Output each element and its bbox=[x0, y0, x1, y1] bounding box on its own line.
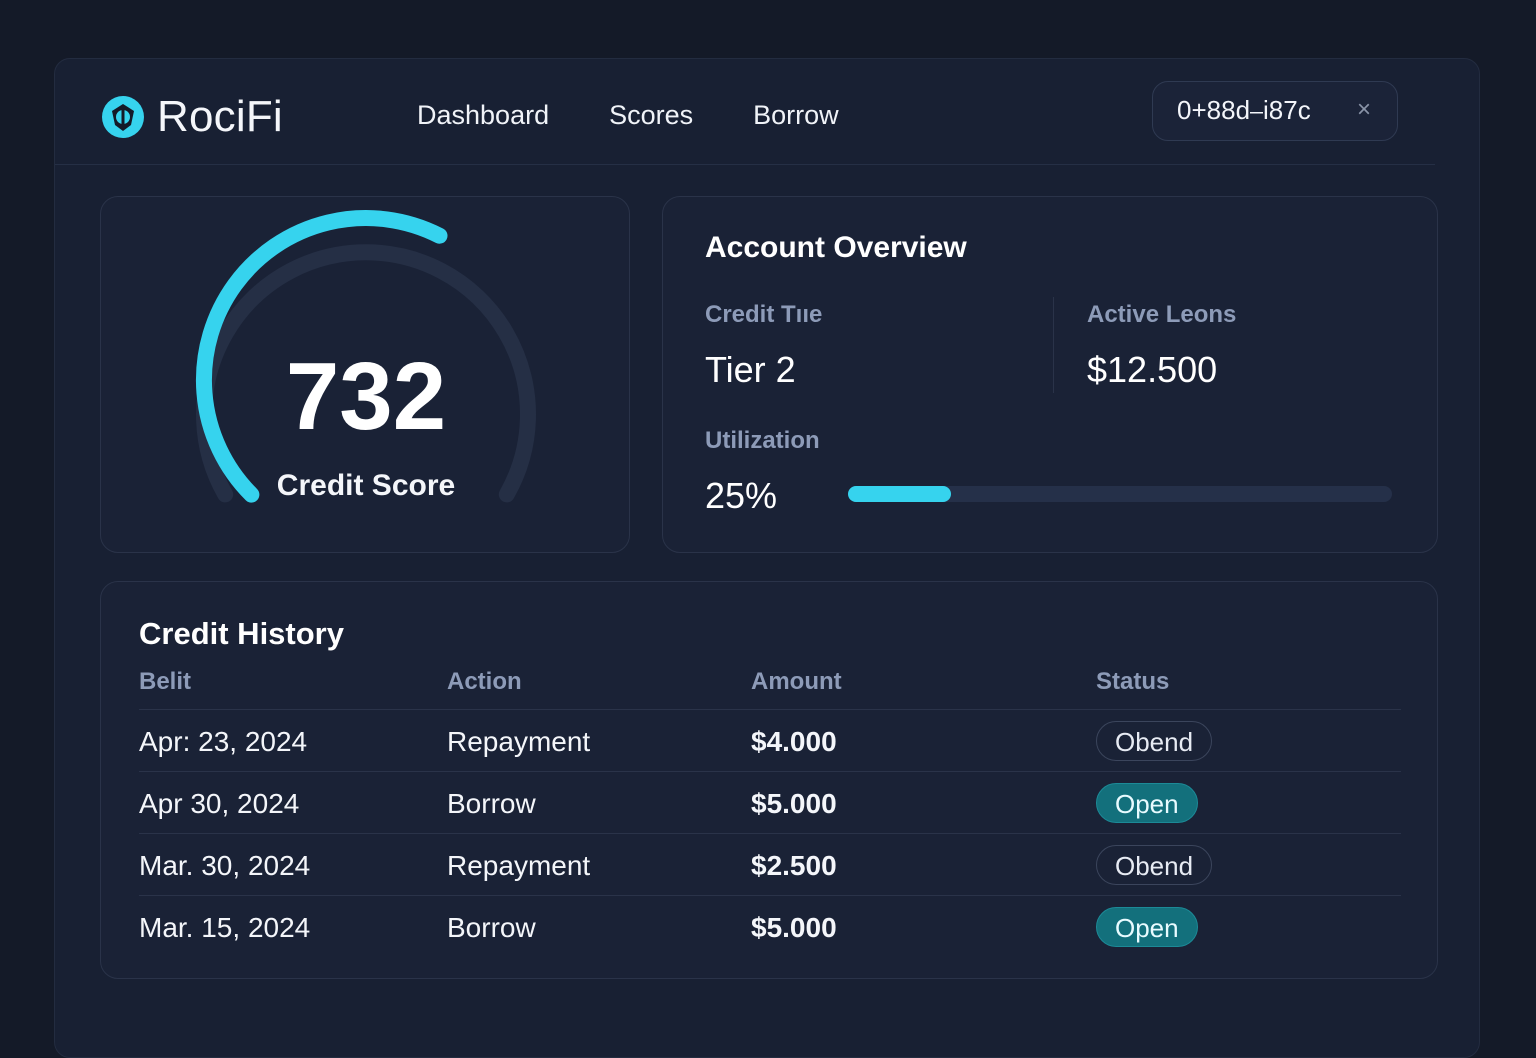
credit-score-value: 732 bbox=[285, 343, 447, 450]
row-date: Apr 30, 2024 bbox=[139, 788, 300, 819]
overview-title: Account Overview bbox=[705, 231, 967, 264]
row-amount: $5.000 bbox=[751, 788, 837, 819]
utilization-label: Utilization bbox=[705, 427, 820, 454]
brand-name: RociFi bbox=[157, 92, 283, 141]
row-amount: $2.500 bbox=[751, 850, 837, 881]
brand[interactable]: RociFi bbox=[101, 89, 283, 145]
table-row[interactable]: Mar. 30, 2024 Repayment $2.500 Obend bbox=[139, 833, 1401, 896]
status-badge: Obend bbox=[1096, 721, 1213, 761]
nav-scores[interactable]: Scores bbox=[609, 95, 693, 135]
row-date: Mar. 15, 2024 bbox=[139, 912, 311, 943]
account-overview-card: Account Overview Credit Tııe Tier 2 Acti… bbox=[662, 196, 1438, 553]
table-row[interactable]: Apr: 23, 2024 Repayment $4.000 Obend bbox=[139, 709, 1401, 772]
row-action: Borrow bbox=[447, 788, 536, 819]
column-header-action: Action bbox=[447, 668, 522, 695]
utilization-value: 25% bbox=[705, 475, 778, 516]
main-nav: Dashboard Scores Borrow bbox=[417, 95, 899, 135]
row-date: Mar. 30, 2024 bbox=[139, 850, 311, 881]
utilization-bar bbox=[848, 486, 1392, 502]
row-action: Borrow bbox=[447, 912, 536, 943]
active-loans-value: $12.500 bbox=[1087, 349, 1218, 390]
status-badge: Obend bbox=[1096, 845, 1213, 885]
row-date: Apr: 23, 2024 bbox=[139, 726, 308, 757]
rocifi-logo-icon bbox=[102, 96, 144, 138]
wallet-address: 0+88d⎯i87c bbox=[1177, 95, 1311, 125]
table-row[interactable]: Apr 30, 2024 Borrow $5.000 Open bbox=[139, 771, 1401, 834]
credit-score-label: Credit Score bbox=[276, 469, 456, 502]
status-badge: Open bbox=[1096, 783, 1198, 823]
row-amount: $4.000 bbox=[751, 726, 837, 757]
top-bar: RociFi Dashboard Scores Borrow 0+88d⎯i87… bbox=[55, 59, 1435, 165]
overview-divider bbox=[1053, 297, 1054, 393]
wallet-button[interactable]: 0+88d⎯i87c × bbox=[1152, 81, 1398, 141]
row-action: Repayment bbox=[447, 726, 591, 757]
history-title: Credit History bbox=[139, 616, 344, 651]
table-row[interactable]: Mar. 15, 2024 Borrow $5.000 Open bbox=[139, 895, 1401, 958]
credit-tier-value: Tier 2 bbox=[705, 349, 796, 390]
app-window: RociFi Dashboard Scores Borrow 0+88d⎯i87… bbox=[54, 58, 1480, 1058]
close-icon[interactable]: × bbox=[1357, 96, 1371, 124]
credit-score-card: 732 Credit Score bbox=[100, 196, 630, 553]
status-badge: Open bbox=[1096, 907, 1198, 947]
active-loans-label: Active Leons bbox=[1087, 301, 1237, 328]
row-action: Repayment bbox=[447, 850, 591, 881]
column-header-amount: Amount bbox=[751, 668, 842, 695]
utilization-bar-fill bbox=[848, 486, 952, 502]
credit-history-card: Credit History Belit Action Amount Statu… bbox=[100, 581, 1438, 979]
credit-tier-label: Credit Tııe bbox=[705, 301, 823, 328]
nav-borrow[interactable]: Borrow bbox=[753, 95, 839, 135]
column-header-date: Belit bbox=[139, 668, 192, 695]
column-header-status: Status bbox=[1096, 668, 1170, 695]
nav-dashboard[interactable]: Dashboard bbox=[417, 95, 549, 135]
row-amount: $5.000 bbox=[751, 912, 837, 943]
